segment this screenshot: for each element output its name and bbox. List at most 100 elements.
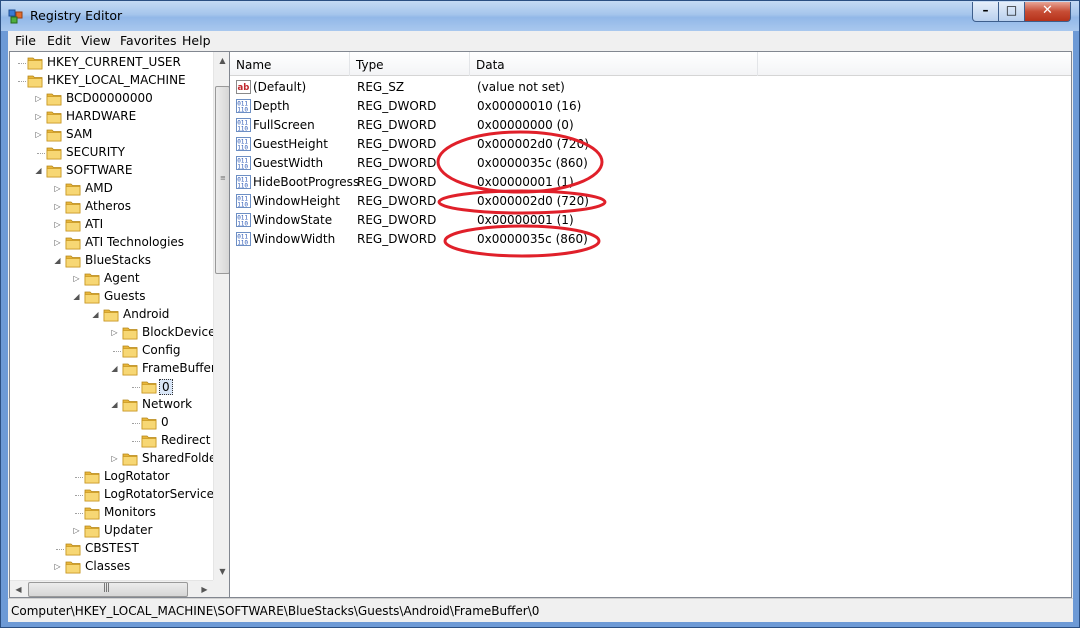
tree-vertical-scrollbar[interactable]: ▲ ≡ ▼ [213, 52, 230, 580]
folder-icon [27, 75, 43, 88]
folder-icon [84, 471, 100, 484]
value-type: REG_DWORD [357, 137, 437, 151]
folder-icon [46, 165, 62, 178]
value-type: REG_DWORD [357, 99, 437, 113]
value-row[interactable]: 011 110 GuestHeight REG_DWORD 0x000002d0 (72… [230, 135, 1071, 154]
folder-icon [65, 237, 81, 250]
value-type: REG_SZ [357, 80, 405, 94]
tree-vertical-scroll-thumb[interactable]: ≡ [215, 86, 230, 274]
string-value-icon: ab [236, 80, 251, 94]
svg-text:110: 110 [237, 107, 248, 114]
folder-icon [46, 111, 62, 124]
value-type: REG_DWORD [357, 194, 437, 208]
value-row[interactable]: ab (Default) REG_SZ (value not set) [230, 78, 1071, 97]
scrollbar-corner [213, 580, 230, 597]
folder-icon [46, 129, 62, 142]
value-name: WindowHeight [253, 194, 340, 208]
close-button[interactable]: ✕ [1024, 2, 1071, 22]
expanded-arrow-icon[interactable]: ◢ [110, 399, 119, 410]
client-area: HKEY_CURRENT_USER HKEY_LOCAL_MACHINE ▷ BCD0… [8, 50, 1073, 598]
maximize-icon: □ [1005, 3, 1018, 17]
tree-node-label: AMD [85, 181, 113, 195]
tree-node-label: SAM [66, 127, 93, 141]
tree-connector-line [132, 423, 140, 424]
tree-node-label: Updater [104, 523, 153, 537]
value-data: 0x000002d0 (720) [477, 137, 589, 151]
expanded-arrow-icon[interactable]: ◢ [72, 291, 81, 302]
tree-node-label: HKEY_LOCAL_MACHINE [47, 73, 186, 87]
collapsed-arrow-icon[interactable]: ▷ [72, 525, 81, 536]
collapsed-arrow-icon[interactable]: ▷ [72, 273, 81, 284]
expanded-arrow-icon[interactable]: ◢ [91, 309, 100, 320]
svg-text:110: 110 [237, 126, 248, 133]
value-row[interactable]: 011 110 GuestWidth REG_DWORD 0x0000035c (860… [230, 154, 1071, 173]
folder-icon [65, 183, 81, 196]
folder-icon [27, 57, 43, 70]
collapsed-arrow-icon[interactable]: ▷ [53, 561, 62, 572]
value-data: 0x00000001 (1) [477, 213, 574, 227]
svg-text:ab: ab [238, 83, 250, 93]
collapsed-arrow-icon[interactable]: ▷ [34, 93, 43, 104]
value-name: (Default) [253, 80, 307, 94]
collapsed-arrow-icon[interactable]: ▷ [34, 111, 43, 122]
collapsed-arrow-icon[interactable]: ▷ [53, 183, 62, 194]
expanded-arrow-icon[interactable]: ◢ [53, 255, 62, 266]
collapsed-arrow-icon[interactable]: ▷ [53, 237, 62, 248]
maximize-button[interactable]: □ [998, 2, 1025, 22]
menu-help[interactable]: Help [182, 33, 211, 48]
folder-icon [65, 561, 81, 574]
folder-icon [65, 201, 81, 214]
collapsed-arrow-icon[interactable]: ▷ [110, 327, 119, 338]
menu-view[interactable]: View [81, 33, 111, 48]
menu-file[interactable]: File [15, 33, 36, 48]
tree-connector-line [132, 387, 140, 388]
column-header-name[interactable]: Name [230, 52, 350, 76]
folder-icon [122, 453, 138, 466]
svg-text:110: 110 [237, 183, 248, 190]
value-data: 0x000002d0 (720) [477, 194, 589, 208]
tree-node-label: HKEY_CURRENT_USER [47, 55, 181, 69]
value-data: 0x0000035c (860) [477, 156, 588, 170]
expanded-arrow-icon[interactable]: ◢ [110, 363, 119, 374]
value-row[interactable]: 011 110 FullScreen REG_DWORD 0x00000000 (0) [230, 116, 1071, 135]
value-row[interactable]: 011 110 WindowHeight REG_DWORD 0x000002d0 (7… [230, 192, 1071, 211]
minimize-button[interactable]: – [972, 2, 999, 22]
tree-node-label: Guests [104, 289, 146, 303]
collapsed-arrow-icon[interactable]: ▷ [110, 453, 119, 464]
svg-text:110: 110 [237, 221, 248, 228]
tree-connector-line [75, 477, 83, 478]
tree-horizontal-scrollbar[interactable]: ◀ ||| ▶ [10, 580, 213, 597]
menu-favorites[interactable]: Favorites [120, 33, 176, 48]
tree-horizontal-scroll-thumb[interactable]: ||| [28, 582, 188, 597]
tree-node-label: BlockDevice [142, 325, 216, 339]
column-header-data[interactable]: Data [470, 52, 758, 76]
title-bar[interactable]: Registry Editor – □ ✕ [1, 1, 1079, 31]
value-name: Depth [253, 99, 290, 113]
scroll-left-arrow-icon[interactable]: ◀ [10, 581, 27, 597]
tree-node-label: Agent [104, 271, 140, 285]
tree-node-label: FrameBuffer [142, 361, 216, 375]
value-row[interactable]: 011 110 WindowState REG_DWORD 0x00000001 (1) [230, 211, 1071, 230]
value-row[interactable]: 011 110 HideBootProgress REG_DWORD 0x0000000… [230, 173, 1071, 192]
tree-node-label: CBSTEST [85, 541, 139, 555]
collapsed-arrow-icon[interactable]: ▷ [34, 129, 43, 140]
scroll-right-arrow-icon[interactable]: ▶ [196, 581, 213, 597]
column-header-type[interactable]: Type [350, 52, 470, 76]
binary-value-icon: 011110 [236, 175, 251, 189]
expanded-arrow-icon[interactable]: ◢ [34, 165, 43, 176]
folder-icon [122, 345, 138, 358]
menu-edit[interactable]: Edit [47, 33, 71, 48]
value-row[interactable]: 011 110 Depth REG_DWORD 0x00000010 (16) [230, 97, 1071, 116]
folder-icon [141, 417, 157, 430]
grip-icon: ≡ [220, 174, 226, 182]
folder-icon [84, 291, 100, 304]
collapsed-arrow-icon[interactable]: ▷ [53, 201, 62, 212]
tree-node-label: HARDWARE [66, 109, 137, 123]
folder-icon [84, 273, 100, 286]
collapsed-arrow-icon[interactable]: ▷ [53, 219, 62, 230]
tree-node-label: LogRotator [104, 469, 170, 483]
key-tree-pane[interactable]: HKEY_CURRENT_USER HKEY_LOCAL_MACHINE ▷ BCD0… [9, 51, 231, 598]
value-list-pane[interactable]: Name Type Data ab (Default) REG_SZ (value n… [229, 51, 1072, 598]
value-row[interactable]: 011 110 WindowWidth REG_DWORD 0x0000035c (86… [230, 230, 1071, 249]
tree-node-label: SharedFolder [142, 451, 222, 465]
